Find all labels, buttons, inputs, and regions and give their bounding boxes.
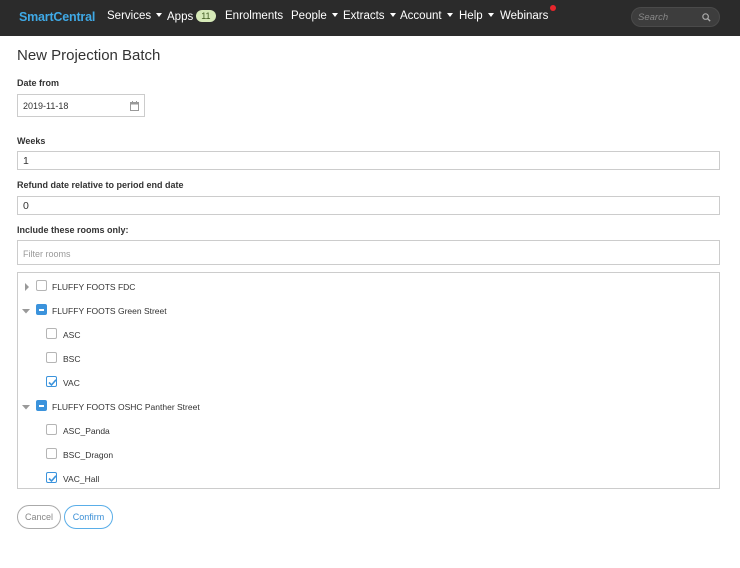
top-navbar: SmartCentral Services Apps 11 Enrolments …: [0, 0, 740, 36]
chevron-down-icon: [446, 12, 453, 17]
nav-account-label: Account: [400, 10, 442, 22]
chevron-down-icon: [156, 12, 163, 17]
refund-date-input[interactable]: 0: [17, 196, 720, 215]
calendar-icon[interactable]: [130, 101, 139, 111]
nav-webinars[interactable]: Webinars: [500, 10, 548, 22]
tree-checkbox[interactable]: [46, 328, 57, 339]
chevron-down-icon: [389, 12, 396, 17]
nav-enrolments[interactable]: Enrolments: [225, 10, 283, 22]
tree-node-label: FLUFFY FOOTS OSHC Panther Street: [52, 402, 200, 412]
tree-checkbox[interactable]: [36, 304, 47, 315]
nav-help-label: Help: [459, 10, 483, 22]
tree-checkbox[interactable]: [36, 400, 47, 411]
nav-services[interactable]: Services: [107, 10, 163, 22]
nav-extracts[interactable]: Extracts: [343, 10, 396, 22]
filter-rooms-input[interactable]: [23, 247, 703, 260]
search-input[interactable]: [638, 11, 700, 24]
search-icon[interactable]: [701, 12, 712, 23]
tree-node-label: BSC: [63, 354, 81, 364]
weeks-input[interactable]: 1: [17, 151, 720, 170]
check-icon: [48, 475, 57, 483]
date-from-value: 2019-11-18: [23, 101, 69, 111]
search-box[interactable]: [631, 7, 720, 27]
tree-checkbox[interactable]: [46, 424, 57, 435]
caret-down-icon[interactable]: [22, 403, 30, 411]
nav-apps-label: Apps: [167, 11, 194, 23]
chevron-down-icon: [487, 12, 494, 17]
cancel-button[interactable]: Cancel: [17, 505, 61, 529]
weeks-value: 1: [23, 155, 29, 167]
tree-checkbox[interactable]: [46, 472, 57, 483]
nav-people[interactable]: People: [291, 10, 338, 22]
check-icon: [48, 379, 57, 387]
nav-account[interactable]: Account: [400, 10, 453, 22]
nav-services-label: Services: [107, 10, 152, 22]
tree-node-label: VAC_Hall: [63, 474, 100, 484]
tree-node-label: ASC_Panda: [63, 426, 110, 436]
tree-node-label: BSC_Dragon: [63, 450, 114, 460]
date-from-field[interactable]: 2019-11-18: [17, 94, 145, 117]
confirm-button[interactable]: Confirm: [64, 505, 113, 529]
tree-checkbox[interactable]: [46, 352, 57, 363]
apps-count-badge: 11: [196, 10, 216, 22]
chevron-down-icon: [331, 12, 338, 17]
tree-node-label: VAC: [63, 378, 80, 388]
nav-extracts-label: Extracts: [343, 10, 385, 22]
tree-node-label: FLUFFY FOOTS FDC: [52, 282, 136, 292]
tree-checkbox[interactable]: [46, 376, 57, 387]
caret-down-icon[interactable]: [22, 307, 30, 315]
tree-node-label: ASC: [63, 330, 81, 340]
tree-checkbox[interactable]: [36, 280, 47, 291]
weeks-label: Weeks: [17, 136, 46, 146]
tree-node-label: FLUFFY FOOTS Green Street: [52, 306, 167, 316]
filter-rooms-field[interactable]: [17, 240, 720, 265]
rooms-label: Include these rooms only:: [17, 225, 129, 235]
notification-dot-icon: [550, 5, 556, 11]
date-from-label: Date from: [17, 78, 60, 88]
nav-apps[interactable]: Apps 11: [167, 10, 216, 23]
caret-right-icon[interactable]: [23, 283, 31, 291]
refund-date-value: 0: [23, 200, 29, 212]
tree-checkbox[interactable]: [46, 448, 57, 459]
rooms-tree: FLUFFY FOOTS FDC FLUFFY FOOTS Green Stre…: [17, 272, 720, 489]
nav-people-label: People: [291, 10, 327, 22]
nav-help[interactable]: Help: [459, 10, 494, 22]
refund-date-label: Refund date relative to period end date: [17, 180, 184, 190]
brand-logo[interactable]: SmartCentral: [19, 10, 95, 24]
page-title: New Projection Batch: [17, 47, 161, 64]
